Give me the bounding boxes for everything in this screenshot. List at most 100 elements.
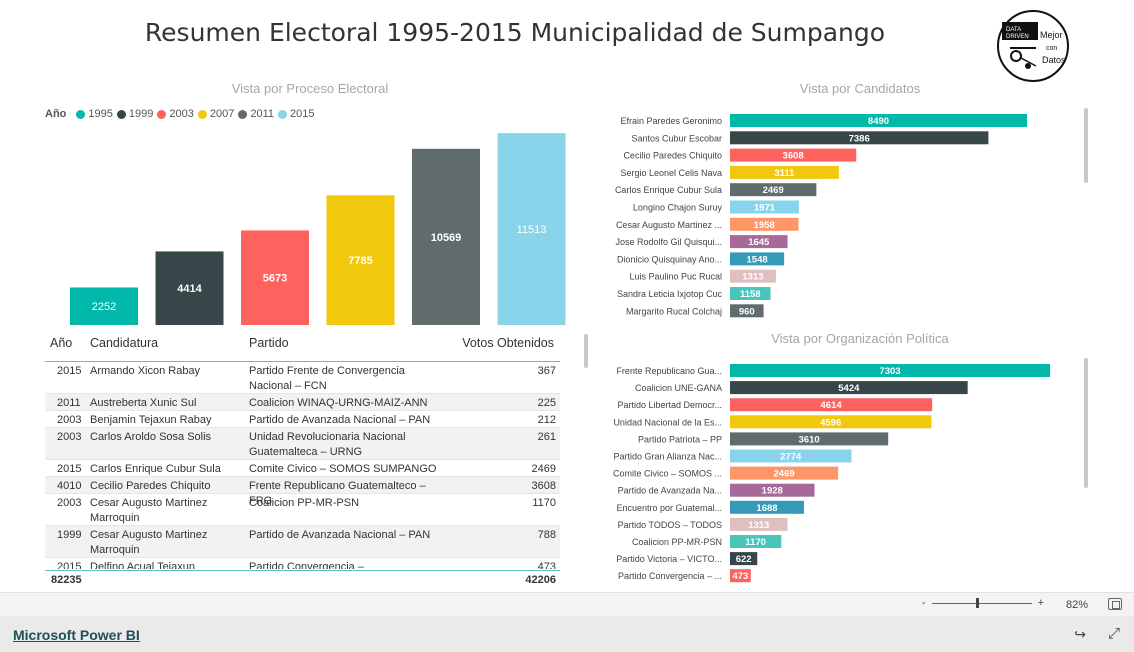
party-value-label: 1688 bbox=[756, 503, 777, 514]
legend-item[interactable]: 1999 bbox=[116, 108, 153, 120]
zoom-slider[interactable] bbox=[931, 597, 1032, 608]
cell-party: Partido Frente de Convergencia Nacional … bbox=[249, 365, 405, 392]
cell-candidate: Delfino Acual Tejaxun bbox=[90, 561, 195, 569]
year-bar-label: 4414 bbox=[177, 283, 202, 295]
col-header-votes[interactable]: Votos Obtenidos bbox=[462, 336, 554, 350]
party-category-label: Unidad Nacional de la Es... bbox=[613, 417, 722, 427]
candidates-scrollbar[interactable] bbox=[1084, 108, 1088, 183]
legend-dot-icon bbox=[76, 109, 86, 119]
col-header-party[interactable]: Partido bbox=[249, 336, 289, 350]
parties-scrollbar[interactable] bbox=[1084, 358, 1088, 488]
cell-votes: 225 bbox=[537, 397, 556, 409]
table-row[interactable]: 2015 Carlos Enrique Cubur Sula Comite Civi… bbox=[45, 460, 560, 477]
party-category-label: Comite Civico – SOMOS ... bbox=[613, 469, 722, 479]
table-scrollbar[interactable] bbox=[584, 334, 588, 368]
logo-text-driven: DRIVEN bbox=[1006, 34, 1029, 40]
cell-year: 4010 bbox=[57, 480, 82, 492]
cell-year: 2011 bbox=[57, 397, 81, 409]
zoom-control: - + bbox=[922, 597, 1044, 609]
cell-votes: 367 bbox=[537, 365, 556, 377]
report-canvas: Resumen Electoral 1995-2015 Municipalida… bbox=[0, 0, 1134, 592]
candidate-category-label: Luis Paulino Puc Rucal bbox=[629, 272, 722, 282]
party-category-label: Partido de Avanzada Na... bbox=[618, 486, 722, 496]
cell-party: Coalicion PP-MR-PSN bbox=[249, 497, 360, 509]
candidate-value-label: 3608 bbox=[783, 151, 804, 162]
table-row[interactable]: 2015 Armando Xicon Rabay Partido Frente de… bbox=[45, 362, 560, 394]
table-header: Año Candidatura Partido Votos Obtenidos bbox=[45, 330, 560, 362]
legend-label: 1995 bbox=[88, 108, 113, 120]
party-category-label: Partido Patriota – PP bbox=[638, 434, 722, 444]
party-value-label: 7303 bbox=[879, 366, 900, 377]
cell-year: 2015 bbox=[57, 561, 82, 569]
candidate-value-label: 7386 bbox=[849, 133, 870, 144]
table-row[interactable]: 2015 Delfino Acual Tejaxun Partido Converg… bbox=[45, 558, 560, 569]
col-header-candidate[interactable]: Candidatura bbox=[90, 336, 158, 350]
party-category-label: Partido Convergencia – ... bbox=[618, 571, 722, 581]
table-row[interactable]: 2011 Austreberta Xunic Sul Coalicion WINAQ… bbox=[45, 394, 560, 411]
party-value-label: 1313 bbox=[748, 520, 769, 531]
candidate-category-label: Longino Chajon Suruy bbox=[633, 203, 723, 213]
legend-dot-icon bbox=[197, 109, 207, 119]
table-row[interactable]: 2003 Benjamin Tejaxun Rabay Partido de Ava… bbox=[45, 411, 560, 428]
legend-item[interactable]: 2007 bbox=[197, 108, 235, 120]
table-row[interactable]: 4010 Cecilio Paredes Chiquito Frente Repub… bbox=[45, 477, 560, 507]
party-value-label: 2774 bbox=[780, 452, 802, 463]
cell-votes: 788 bbox=[537, 529, 556, 541]
party-value-label: 4596 bbox=[820, 417, 841, 428]
year-bar-chart: 2252 4414 5673 7785 10569 11513 bbox=[70, 133, 566, 325]
legend-item[interactable]: 2015 bbox=[277, 108, 314, 120]
legend-item[interactable]: 2003 bbox=[157, 108, 194, 120]
candidates-chart-title: Vista por Candidatos bbox=[799, 81, 921, 96]
candidate-value-label: 1958 bbox=[754, 220, 775, 231]
cell-year: 1999 bbox=[57, 529, 82, 541]
status-bar: - + 82% bbox=[0, 592, 1134, 616]
party-value-label: 5424 bbox=[838, 383, 860, 394]
cell-votes: 212 bbox=[537, 414, 556, 426]
year-chart-legend: Año 1995 1999 2003 2007 2011 2015 bbox=[45, 108, 318, 120]
power-bi-link[interactable]: Microsoft Power BI bbox=[13, 627, 140, 643]
legend-dot-icon bbox=[116, 109, 126, 119]
candidate-category-label: Efrain Paredes Geronimo bbox=[620, 116, 722, 126]
parties-bar-chart: Frente Republicano Gua... 7303 Coalicion U… bbox=[613, 364, 1050, 583]
party-category-label: Coalicion PP-MR-PSN bbox=[632, 537, 722, 547]
party-category-label: Partido TODOS – TODOS bbox=[618, 520, 722, 530]
expand-icon[interactable]: ⤢ bbox=[1108, 625, 1120, 642]
zoom-out-button[interactable]: - bbox=[922, 597, 926, 609]
parties-chart-title: Vista por Organización Política bbox=[771, 331, 949, 346]
cell-party: Partido de Avanzada Nacional – PAN bbox=[249, 414, 431, 426]
table-totals: 82235 42206 bbox=[45, 570, 560, 588]
year-bar-label: 10569 bbox=[431, 232, 462, 244]
legend-dot-icon bbox=[277, 109, 287, 119]
legend-label: 2003 bbox=[169, 108, 194, 120]
cell-year: 2003 bbox=[57, 497, 82, 509]
legend-item[interactable]: 2011 bbox=[238, 108, 274, 120]
party-category-label: Partido Gran Alianza Nac... bbox=[613, 452, 722, 462]
fit-to-page-icon[interactable] bbox=[1108, 598, 1122, 610]
table-row[interactable]: 2003 Carlos Aroldo Sosa Solis Unidad Revol… bbox=[45, 428, 560, 460]
candidate-value-label: 960 bbox=[739, 306, 755, 317]
cell-candidate: Carlos Enrique Cubur Sula bbox=[90, 463, 221, 475]
zoom-slider-thumb[interactable] bbox=[975, 597, 979, 608]
year-bar-label: 5673 bbox=[263, 273, 287, 285]
party-value-label: 473 bbox=[732, 571, 748, 582]
table-row[interactable]: 1999 Cesar Augusto Martinez Marroquin Part… bbox=[45, 526, 560, 558]
cell-candidate: Armando Xicon Rabay bbox=[90, 365, 201, 377]
candidate-value-label: 1645 bbox=[748, 237, 770, 248]
candidate-category-label: Jose Rodolfo Gil Quisqui... bbox=[615, 237, 722, 247]
cell-year: 2015 bbox=[57, 463, 82, 475]
cell-candidate: Carlos Aroldo Sosa Solis bbox=[90, 431, 212, 443]
legend-item[interactable]: 1995 bbox=[76, 108, 113, 120]
cell-party: Coalicion WINAQ-URNG-MAIZ-ANN bbox=[249, 397, 428, 409]
party-category-label: Partido Victoria – VICTO... bbox=[616, 554, 722, 564]
zoom-in-button[interactable]: + bbox=[1038, 597, 1044, 609]
share-icon[interactable]: ↪ bbox=[1074, 626, 1086, 643]
cell-votes: 3608 bbox=[531, 480, 556, 492]
footer-bar: Microsoft Power BI ↪ ⤢ bbox=[0, 616, 1134, 652]
legend-label: 2007 bbox=[209, 108, 235, 120]
party-category-label: Frente Republicano Gua... bbox=[616, 366, 722, 376]
candidate-category-label: Santos Cubur Escobar bbox=[631, 133, 722, 143]
total-year: 82235 bbox=[51, 574, 82, 586]
col-header-year[interactable]: Año bbox=[50, 336, 72, 350]
table-row[interactable]: 2003 Cesar Augusto Martinez Marroquin Coal… bbox=[45, 494, 560, 526]
report-title: Resumen Electoral 1995-2015 Municipalida… bbox=[144, 18, 886, 47]
